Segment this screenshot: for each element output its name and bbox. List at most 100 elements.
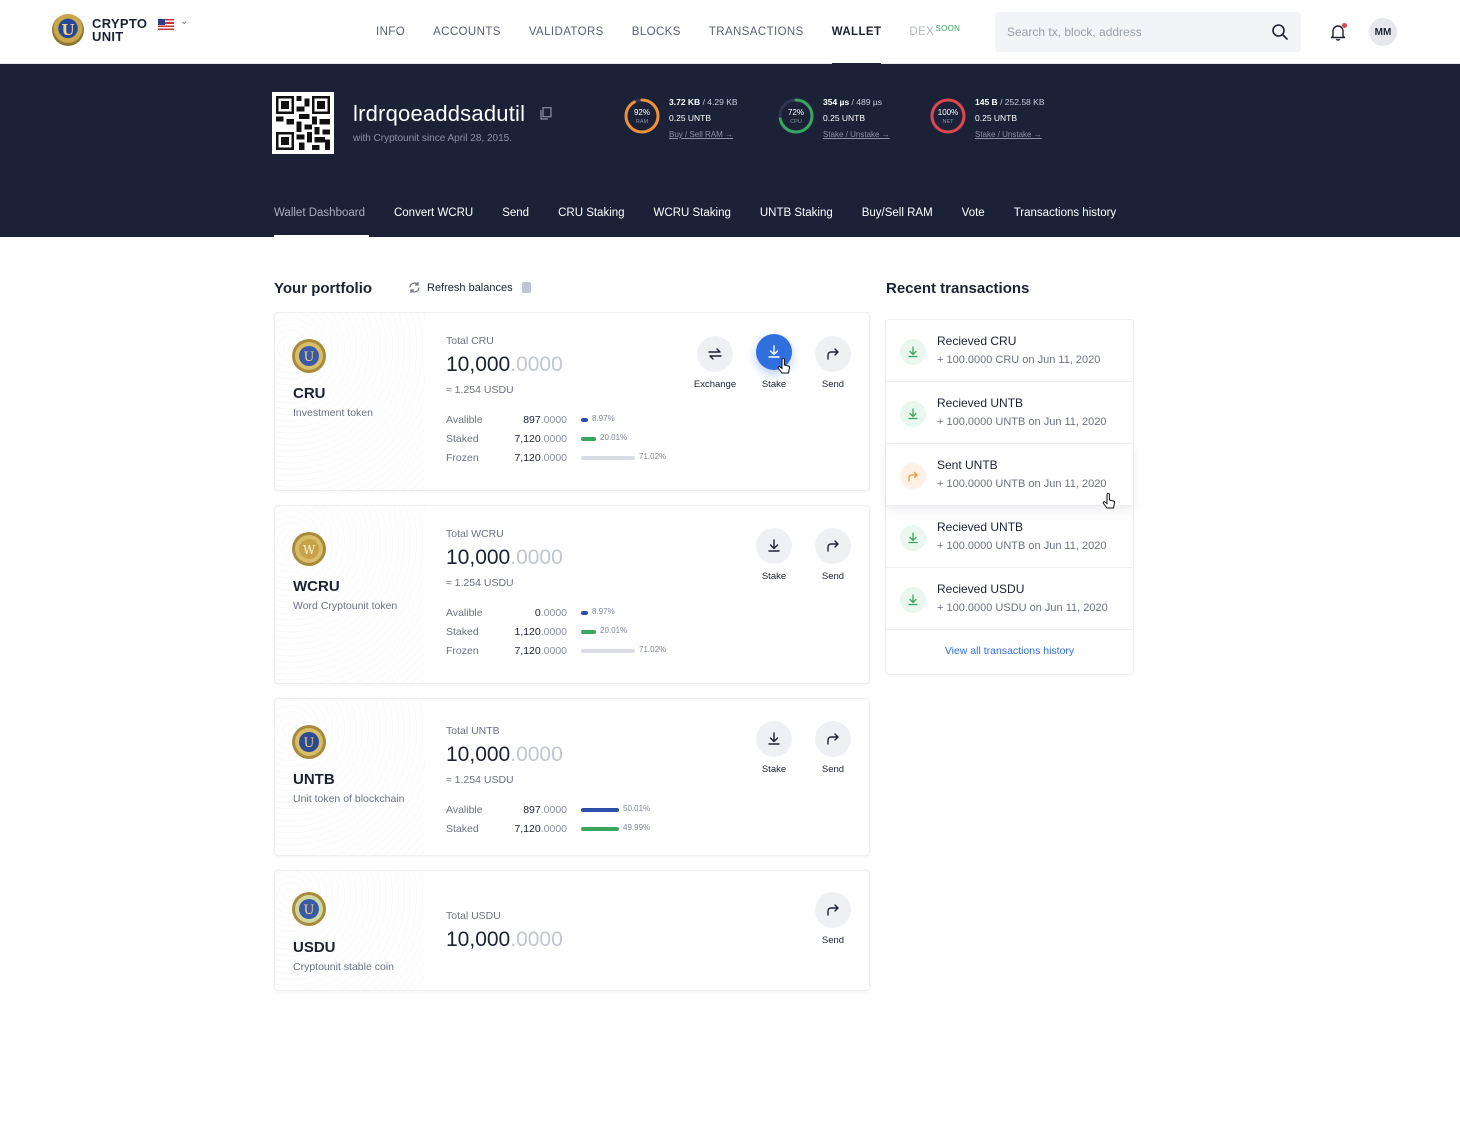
token-card-cru: U CRU Investment token Total CRU 10,000.…: [274, 312, 870, 491]
account-header: lrdrqoeaddsadutil with Cryptounit since …: [0, 64, 1460, 237]
search-box[interactable]: [995, 12, 1301, 52]
svg-text:U: U: [304, 903, 315, 918]
cru-coin-icon: U: [292, 339, 326, 373]
sent-arrow-icon: [900, 463, 926, 489]
send-button[interactable]: Send: [807, 528, 859, 582]
nav-validators[interactable]: VALIDATORS: [529, 0, 604, 64]
tab-wallet-dashboard[interactable]: Wallet Dashboard: [274, 189, 369, 237]
search-input[interactable]: [1007, 25, 1271, 39]
nav-info[interactable]: INFO: [376, 0, 405, 64]
stake-button[interactable]: Stake: [748, 334, 800, 390]
tab-convert-wcru[interactable]: Convert WCRU: [394, 189, 473, 237]
transaction-detail: + 100.0000 UNTB on Jun 11, 2020: [937, 416, 1107, 428]
resource-net: 100% NET 145 B / 252.58 KB 0.25 UNTB Sta…: [929, 97, 1044, 143]
nav-blocks[interactable]: BLOCKS: [632, 0, 681, 64]
transaction-item[interactable]: Recieved UNTB + 100.0000 UNTB on Jun 11,…: [886, 382, 1133, 444]
tab-transactions-history[interactable]: Transactions history: [1014, 189, 1116, 237]
net-usage-ring: 100% NET: [929, 97, 967, 135]
account-since: with Cryptounit since April 28, 2015.: [353, 133, 512, 144]
transaction-detail: + 100.0000 UNTB on Jun 11, 2020: [937, 478, 1107, 490]
total-balance: 10,000.0000: [446, 353, 563, 376]
total-balance: 10,000.0000: [446, 928, 563, 951]
bar-percent: 20.01%: [600, 433, 628, 442]
notification-dot: [1342, 23, 1347, 28]
transaction-item[interactable]: Sent UNTB + 100.0000 UNTB on Jun 11, 202…: [886, 444, 1133, 506]
usdu-coin-icon: U: [292, 892, 326, 926]
transaction-title: Recieved UNTB: [937, 396, 1024, 410]
progress-bar: [581, 437, 596, 441]
total-label: Total UNTB: [446, 725, 500, 737]
send-icon: [827, 348, 839, 360]
tab-send[interactable]: Send: [502, 189, 529, 237]
view-all-transactions-link[interactable]: View all transactions history: [886, 645, 1133, 657]
tab-buy-sell-ram[interactable]: Buy/Sell RAM: [862, 189, 933, 237]
chevron-down-icon[interactable]: ⌄: [180, 16, 188, 27]
qr-code-icon[interactable]: [272, 92, 334, 154]
usdu-equivalent: ≈ 1.254 USDU: [446, 384, 514, 396]
nav-accounts[interactable]: ACCOUNTS: [433, 0, 501, 64]
user-avatar[interactable]: MM: [1369, 18, 1397, 46]
nav-wallet[interactable]: WALLET: [831, 0, 882, 65]
us-flag-icon[interactable]: [158, 19, 174, 30]
received-arrow-icon: [900, 587, 926, 613]
search-icon[interactable]: [1271, 23, 1289, 41]
cpu-usage-ring: 72% CPU: [777, 97, 815, 135]
total-label: Total USDU: [446, 910, 501, 922]
usdu-equivalent: ≈ 1.254 USDU: [446, 774, 514, 786]
token-description: Word Cryptounit token: [293, 600, 398, 612]
stake-button[interactable]: Stake: [748, 721, 800, 775]
wcru-coin-icon: W: [292, 532, 326, 566]
bar-percent: 50.01%: [623, 804, 651, 813]
exchange-button[interactable]: Exchange: [689, 336, 741, 390]
send-button[interactable]: Send: [807, 721, 859, 775]
svg-text:U: U: [304, 736, 315, 751]
tab-untb-staking[interactable]: UNTB Staking: [760, 189, 833, 237]
total-label: Total CRU: [446, 335, 494, 347]
progress-bar: [581, 630, 596, 634]
portfolio-title: Your portfolio: [274, 280, 373, 297]
nav-dex: DEX SOON: [909, 0, 960, 64]
buy-sell-ram-link[interactable]: Buy / Sell RAM →: [669, 130, 733, 139]
resource-cpu: 72% CPU 354 µs / 489 µs 0.25 UNTB Stake …: [777, 97, 890, 143]
send-icon: [827, 904, 839, 916]
hand-cursor-icon: [1102, 493, 1116, 509]
send-button[interactable]: Send: [807, 336, 859, 390]
transaction-title: Sent UNTB: [937, 458, 998, 472]
refresh-balances-button[interactable]: Refresh balances: [408, 281, 531, 294]
transaction-item[interactable]: Recieved CRU + 100.0000 CRU on Jun 11, 2…: [886, 320, 1133, 382]
total-balance: 10,000.0000: [446, 546, 563, 569]
stake-net-link[interactable]: Stake / Unstake →: [975, 130, 1042, 139]
tab-cru-staking[interactable]: CRU Staking: [558, 189, 624, 237]
nav-transactions[interactable]: TRANSACTIONS: [709, 0, 804, 64]
send-button[interactable]: Send: [807, 892, 859, 946]
progress-bar: [581, 418, 588, 422]
total-balance: 10,000.0000: [446, 743, 563, 766]
transaction-title: Recieved CRU: [937, 334, 1017, 348]
wallet-tabs: Wallet Dashboard Convert WCRU Send CRU S…: [274, 189, 1145, 237]
ram-usage-ring: 92% RAM: [623, 97, 661, 135]
stake-icon: [768, 539, 780, 552]
top-navbar: U CRYPTO UNIT ⌄ INFO ACCOUNTS VALIDATORS…: [0, 0, 1460, 65]
resource-ram: 92% RAM 3.72 KB / 4.29 KB 0.25 UNTB Buy …: [623, 97, 738, 143]
send-icon: [827, 540, 839, 552]
stake-button[interactable]: Stake: [748, 528, 800, 582]
copy-icon[interactable]: [540, 107, 552, 120]
transaction-item[interactable]: Recieved UNTB + 100.0000 UNTB on Jun 11,…: [886, 506, 1133, 568]
progress-bar: [581, 611, 588, 615]
bar-percent: 8.97%: [592, 607, 615, 616]
transaction-item[interactable]: Recieved USDU + 100.0000 USDU on Jun 11,…: [886, 568, 1133, 630]
exchange-icon: [708, 348, 722, 360]
bar-percent: 20.01%: [600, 626, 628, 635]
nav-dex-label: DEX: [909, 26, 935, 38]
untb-coin-icon: U: [292, 725, 326, 759]
stake-cpu-link[interactable]: Stake / Unstake →: [823, 130, 890, 139]
progress-bar: [581, 808, 619, 812]
token-card-wcru: W WCRU Word Cryptounit token Total WCRU …: [274, 505, 870, 684]
brand-name: CRYPTO UNIT: [92, 16, 148, 44]
svg-text:W: W: [303, 543, 316, 557]
received-arrow-icon: [900, 525, 926, 551]
tab-wcru-staking[interactable]: WCRU Staking: [654, 189, 731, 237]
brand-logo[interactable]: U CRYPTO UNIT ⌄: [52, 14, 188, 46]
hand-cursor-icon: [777, 358, 791, 374]
tab-vote[interactable]: Vote: [962, 189, 985, 237]
